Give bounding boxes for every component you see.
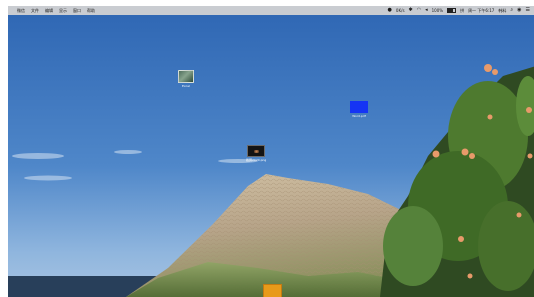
desktop-icon-screenshot[interactable]: 截屏2020.png [246,145,266,162]
input-method-icon[interactable]: 拼 [460,6,464,15]
menu-window[interactable]: 窗口 [73,6,81,15]
volume-icon[interactable]: ◂ [425,6,428,15]
dock-app-icon[interactable] [263,284,282,297]
menu-help[interactable]: 帮助 [87,6,95,15]
menu-bar: 微信 文件 编辑 显示 窗口 帮助 ● 0K/s ✱ ◠ ◂ 100% 拼 周一… [8,6,534,15]
spotlight-search-icon[interactable]: ⌕ [510,6,513,15]
menu-file[interactable]: 文件 [31,6,39,15]
file-thumbnail-icon [178,70,194,83]
desktop-icon-excel[interactable]: Excel [178,70,194,88]
desktop-screen: 微信 文件 编辑 显示 窗口 帮助 ● 0K/s ✱ ◠ ◂ 100% 拼 周一… [8,6,534,297]
desktop-wallpaper [8,6,534,297]
user-name[interactable]: 韩料 [498,6,506,15]
menu-view[interactable]: 显示 [59,6,67,15]
menu-edit[interactable]: 编辑 [45,6,53,15]
desktop-icon-label: Word.pdf [352,114,366,118]
desktop-icon-label: 截屏2020.png [246,158,267,162]
file-thumbnail-icon [350,101,368,113]
network-speed[interactable]: 0K/s [396,6,405,15]
siri-icon[interactable]: ◉ [517,6,521,15]
menu-wechat[interactable]: 微信 [17,6,25,15]
wechat-status-icon[interactable]: ● [388,6,392,15]
clock[interactable]: 周一 下午6:17 [468,6,494,15]
battery-percent[interactable]: 100% [432,6,443,15]
notification-center-icon[interactable]: ☰ [526,6,530,15]
wifi-icon[interactable]: ◠ [417,6,421,15]
battery-icon[interactable] [447,8,457,13]
bluetooth-icon[interactable]: ✱ [409,6,413,15]
desktop-icon-word-pdf[interactable]: Word.pdf [350,101,368,118]
file-thumbnail-icon [247,145,266,157]
desktop-icon-label: Excel [182,84,190,88]
